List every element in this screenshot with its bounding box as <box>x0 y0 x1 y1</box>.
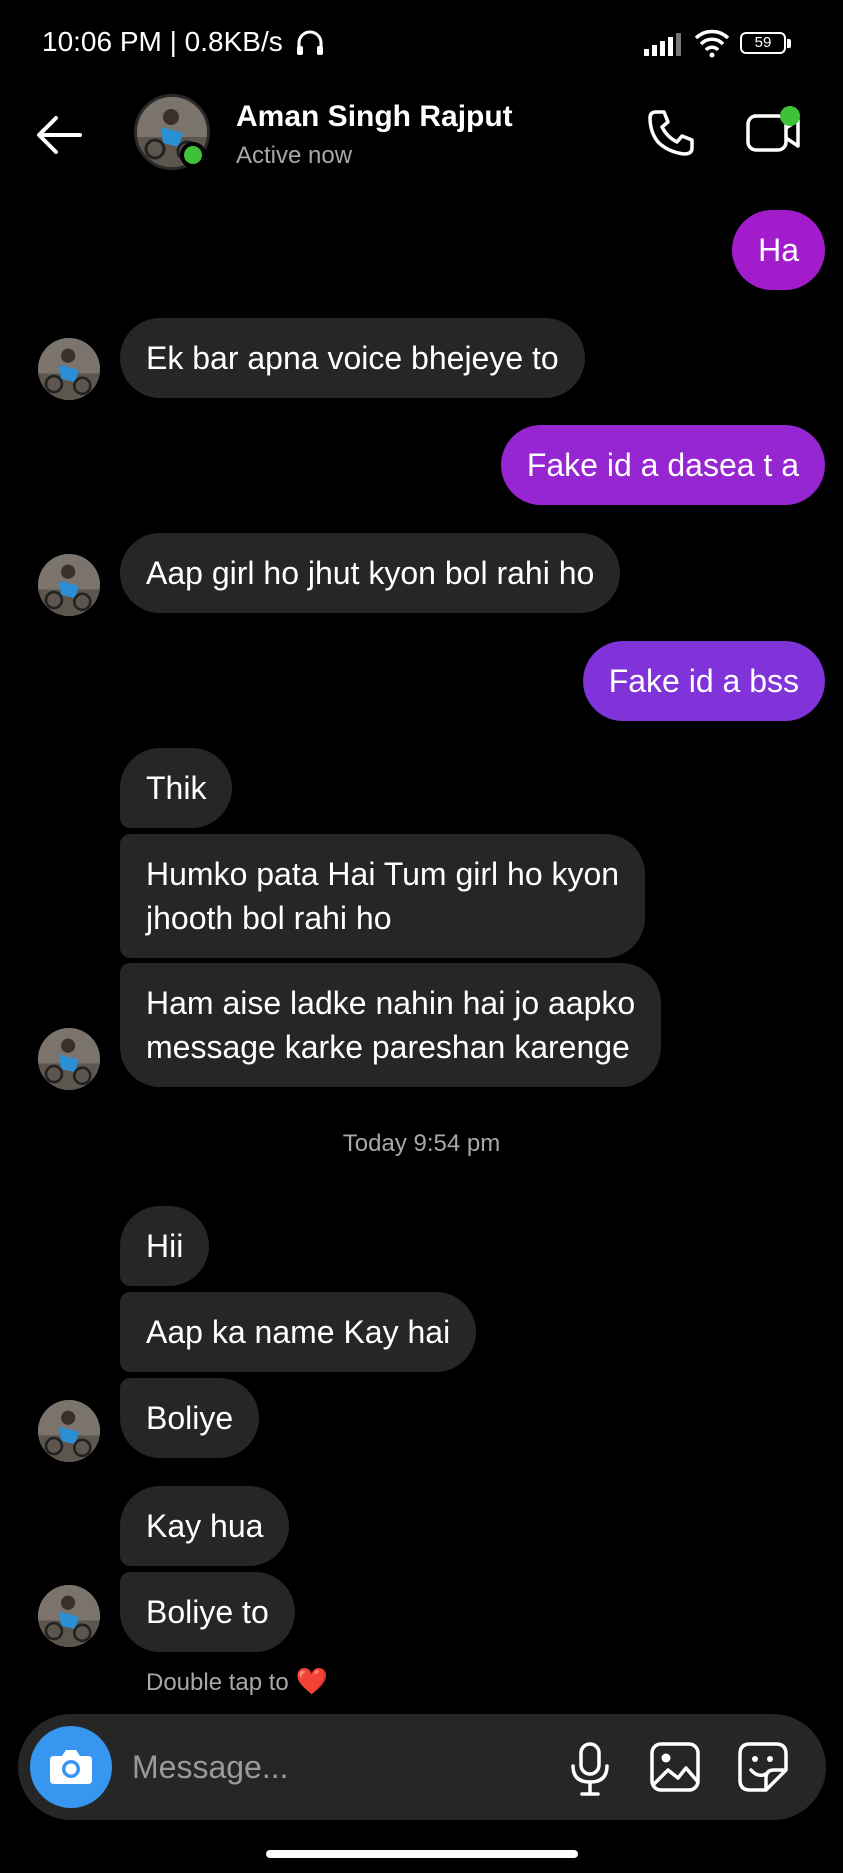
message-bubble-incoming[interactable]: Aap girl ho jhut kyon bol rahi ho <box>120 533 621 613</box>
sender-avatar[interactable] <box>38 554 100 616</box>
wifi-icon <box>694 29 730 58</box>
message-bubble-incoming[interactable]: Humko pata Hai Tum girl ho kyon jhooth b… <box>120 834 646 958</box>
sender-avatar[interactable] <box>38 1400 100 1462</box>
message-bubble-outgoing[interactable]: Fake id a bss <box>582 641 825 721</box>
online-indicator <box>180 142 206 168</box>
back-arrow-icon[interactable] <box>32 108 86 162</box>
contact-name[interactable]: Aman Singh Rajput <box>236 100 513 134</box>
gallery-icon[interactable] <box>648 1740 702 1794</box>
message-bubble-incoming[interactable]: Thik <box>120 748 233 828</box>
message-bubble-incoming[interactable]: Hii <box>120 1206 210 1286</box>
home-indicator[interactable] <box>266 1850 578 1858</box>
message-bubble-incoming[interactable]: Boliye to <box>120 1572 295 1652</box>
sender-avatar[interactable] <box>38 338 100 400</box>
phone-icon[interactable] <box>644 106 698 160</box>
chat-timestamp: Today 9:54 pm <box>342 1130 501 1157</box>
message-bubble-incoming[interactable]: Kay hua <box>120 1486 290 1566</box>
message-input[interactable] <box>130 1736 554 1798</box>
contact-status: Active now <box>236 142 353 169</box>
sender-avatar[interactable] <box>38 1028 100 1090</box>
double-tap-hint-text: Double tap to <box>146 1669 289 1696</box>
message-bubble-incoming[interactable]: Boliye <box>120 1378 260 1458</box>
microphone-icon[interactable] <box>566 1740 614 1798</box>
sticker-icon[interactable] <box>736 1740 790 1794</box>
video-active-dot <box>780 106 800 126</box>
double-tap-hint: Double tap to ❤️ <box>146 1666 328 1697</box>
status-time: 10:06 PM | 0.8KB/s <box>42 26 283 57</box>
battery-icon: 59 <box>740 32 794 56</box>
battery-level: 59 <box>740 32 786 54</box>
headset-icon <box>297 30 323 55</box>
sender-avatar[interactable] <box>38 1585 100 1647</box>
message-bubble-outgoing[interactable]: Ha <box>732 210 825 290</box>
camera-button[interactable] <box>30 1726 112 1808</box>
camera-icon <box>50 1750 92 1784</box>
heart-icon: ❤️ <box>295 1666 328 1696</box>
message-bubble-outgoing[interactable]: Fake id a dasea t a <box>500 425 825 505</box>
message-bubble-incoming[interactable]: Aap ka name Kay hai <box>120 1292 477 1372</box>
message-bubble-incoming[interactable]: Ham aise ladke nahin hai jo aapko messag… <box>120 963 662 1087</box>
signal-icon <box>644 33 681 56</box>
message-bubble-incoming[interactable]: Ek bar apna voice bhejeye to <box>120 318 585 398</box>
